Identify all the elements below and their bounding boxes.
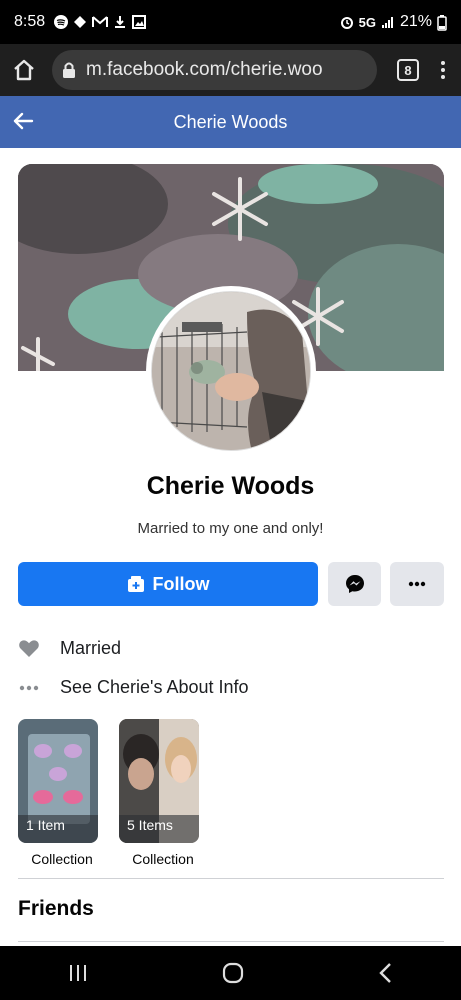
lock-icon [62, 61, 76, 79]
profile-bio: Married to my one and only! [137, 520, 324, 537]
recent-apps-icon[interactable] [67, 963, 89, 983]
browser-menu-icon[interactable] [441, 61, 445, 79]
collection-count: 1 Item [26, 817, 65, 833]
collection-count: 5 Items [127, 817, 173, 833]
friends-heading: Friends [18, 897, 94, 920]
about-info-link[interactable]: See Cherie's About Info [18, 677, 249, 698]
url-text: m.facebook.com/cherie.woo [86, 59, 323, 80]
collection-card-1[interactable]: 1 Item Collection [18, 719, 98, 867]
about-info-label: See Cherie's About Info [60, 677, 249, 697]
follow-button[interactable]: Follow [18, 562, 318, 606]
profile-picture[interactable] [146, 286, 316, 456]
avatar [151, 291, 311, 451]
collection-thumbnail: 1 Item [18, 719, 98, 843]
tab-switcher-button[interactable]: 8 [397, 59, 419, 81]
page-header: Cherie Woods [0, 96, 461, 148]
heart-icon [18, 637, 40, 659]
browser-toolbar: m.facebook.com/cherie.woo 8 [0, 44, 461, 96]
ellipsis-icon [18, 685, 40, 691]
status-time: 8:58 [14, 13, 46, 30]
more-icon [407, 581, 427, 587]
battery-icon [437, 15, 447, 31]
home-icon[interactable] [10, 56, 38, 84]
messenger-button[interactable] [328, 562, 381, 606]
location-icon [73, 15, 87, 29]
status-bar: 8:58 5G 21% [0, 0, 461, 44]
messenger-icon [344, 573, 366, 595]
collection-caption: Collection [132, 851, 194, 867]
relationship-row: Married [18, 637, 121, 659]
tab-count-label: 8 [404, 62, 412, 78]
gmail-icon [92, 15, 109, 29]
profile-name: Cherie Woods [146, 472, 315, 500]
download-icon [113, 15, 127, 29]
home-nav-icon[interactable] [222, 962, 244, 984]
section-divider [18, 878, 444, 879]
system-nav-bar [0, 946, 461, 1000]
relationship-status: Married [60, 637, 122, 658]
battery-percent: 21% [399, 13, 432, 30]
spotify-icon [54, 15, 69, 29]
address-bar[interactable]: m.facebook.com/cherie.woo [52, 50, 377, 90]
collection-thumbnail: 5 Items [119, 719, 199, 843]
alarm-icon [340, 15, 354, 29]
follow-icon [127, 575, 145, 593]
signal-icon [381, 15, 395, 29]
page-title: Cherie Woods [173, 111, 288, 132]
image-icon [132, 15, 147, 29]
collection-card-2[interactable]: 5 Items Collection [119, 719, 199, 867]
network-type: 5G [358, 14, 376, 30]
more-options-button[interactable] [390, 562, 444, 606]
collection-caption: Collection [31, 851, 93, 867]
section-divider [18, 941, 444, 942]
back-nav-icon[interactable] [378, 962, 394, 984]
follow-label: Follow [152, 573, 210, 594]
